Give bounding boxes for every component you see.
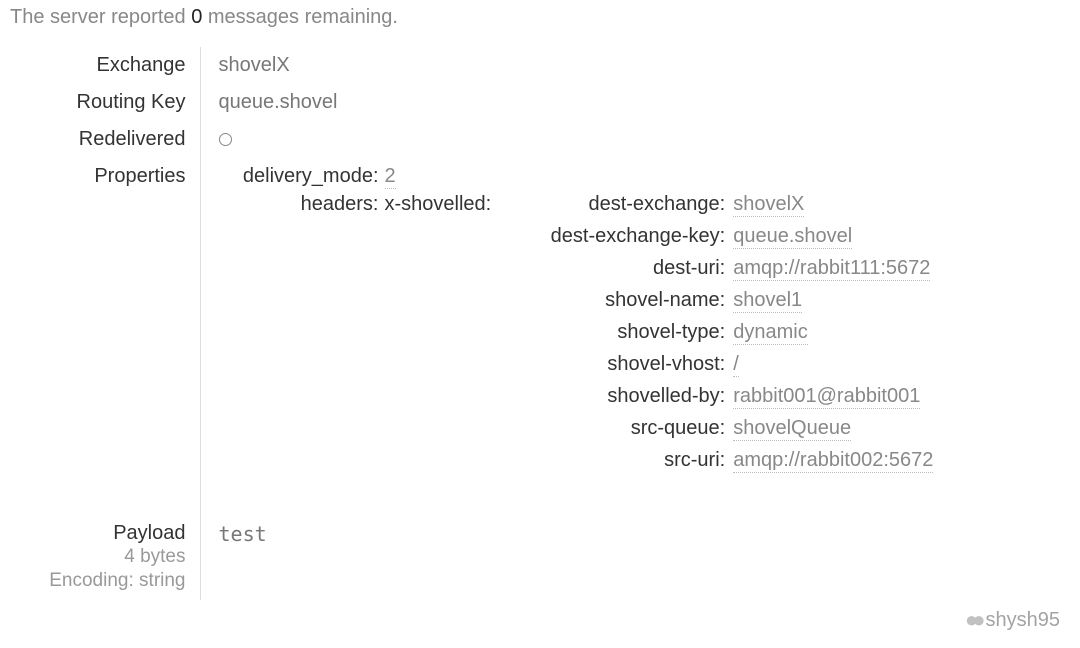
- label-properties: Properties: [10, 158, 200, 488]
- row-properties: Properties delivery_mode: 2 headers: x-s…: [10, 158, 933, 488]
- x-shovelled-key: x-shovelled:: [385, 193, 492, 216]
- shovelled-key: dest-exchange:: [531, 193, 725, 216]
- wechat-icon: ●●: [965, 607, 980, 633]
- shovelled-val: amqp://rabbit111:5672: [733, 257, 930, 281]
- shovelled-key: src-uri:: [531, 449, 725, 472]
- shovelled-row: dest-exchange: shovelX: [531, 193, 933, 217]
- redelivered-circle-icon: [219, 133, 232, 146]
- shovelled-key: shovelled-by:: [531, 385, 725, 408]
- shovelled-val: /: [733, 353, 739, 377]
- shovelled-val: shovelQueue: [733, 417, 851, 441]
- status-suffix: messages remaining.: [208, 6, 398, 28]
- shovelled-row: shovelled-by: rabbit001@rabbit001: [531, 385, 933, 409]
- payload-encoding: Encoding: string: [10, 569, 186, 593]
- status-message: The server reported 0 messages remaining…: [10, 6, 1070, 29]
- shovelled-key: shovel-name:: [531, 289, 725, 312]
- shovelled-val: dynamic: [733, 321, 807, 345]
- row-payload: Payload 4 bytes Encoding: string test: [10, 488, 933, 600]
- label-exchange: Exchange: [10, 47, 200, 84]
- shovelled-val: shovelX: [733, 193, 804, 217]
- payload-size: 4 bytes: [10, 545, 186, 569]
- shovelled-key: dest-exchange-key:: [531, 225, 725, 248]
- headers-key: headers:: [219, 193, 379, 216]
- value-redelivered: [200, 121, 933, 158]
- x-shovelled-list: dest-exchange: shovelX dest-exchange-key: q…: [531, 193, 933, 481]
- shovelled-key: shovel-type:: [531, 321, 725, 344]
- value-payload: test: [200, 488, 933, 600]
- shovelled-row: dest-exchange-key: queue.shovel: [531, 225, 933, 249]
- shovelled-row: dest-uri: amqp://rabbit111:5672: [531, 257, 933, 281]
- shovelled-key: dest-uri:: [531, 257, 725, 280]
- value-exchange: shovelX: [200, 47, 933, 84]
- row-redelivered: Redelivered: [10, 121, 933, 158]
- value-routing-key: queue.shovel: [200, 84, 933, 121]
- shovelled-val: rabbit001@rabbit001: [733, 385, 920, 409]
- label-routing-key: Routing Key: [10, 84, 200, 121]
- label-payload: Payload 4 bytes Encoding: string: [10, 488, 200, 600]
- payload-label: Payload: [10, 522, 186, 545]
- delivery-mode-val: 2: [385, 165, 396, 189]
- row-routing-key: Routing Key queue.shovel: [10, 84, 933, 121]
- shovelled-key: shovel-vhost:: [531, 353, 725, 376]
- watermark: ●● shysh95: [965, 607, 1060, 633]
- prop-headers: headers: x-shovelled: dest-exchange: shov…: [219, 193, 934, 481]
- shovelled-val: shovel1: [733, 289, 802, 313]
- value-properties: delivery_mode: 2 headers: x-shovelled: d…: [200, 158, 933, 488]
- shovelled-row: shovel-vhost: /: [531, 353, 933, 377]
- label-redelivered: Redelivered: [10, 121, 200, 158]
- shovelled-row: shovel-name: shovel1: [531, 289, 933, 313]
- shovelled-row: src-queue: shovelQueue: [531, 417, 933, 441]
- status-count: 0: [191, 6, 202, 28]
- delivery-mode-key: delivery_mode:: [219, 165, 379, 188]
- shovelled-key: src-queue:: [531, 417, 725, 440]
- shovelled-row: shovel-type: dynamic: [531, 321, 933, 345]
- shovelled-val: amqp://rabbit002:5672: [733, 449, 933, 473]
- shovelled-val: queue.shovel: [733, 225, 852, 249]
- status-prefix: The server reported: [10, 6, 186, 28]
- shovelled-row: src-uri: amqp://rabbit002:5672: [531, 449, 933, 473]
- watermark-text: shysh95: [986, 609, 1061, 632]
- message-details: Exchange shovelX Routing Key queue.shove…: [10, 47, 933, 600]
- row-exchange: Exchange shovelX: [10, 47, 933, 84]
- headers-value: x-shovelled: dest-exchange:shovelXdest-e…: [385, 193, 934, 481]
- prop-delivery-mode: delivery_mode: 2: [219, 165, 934, 189]
